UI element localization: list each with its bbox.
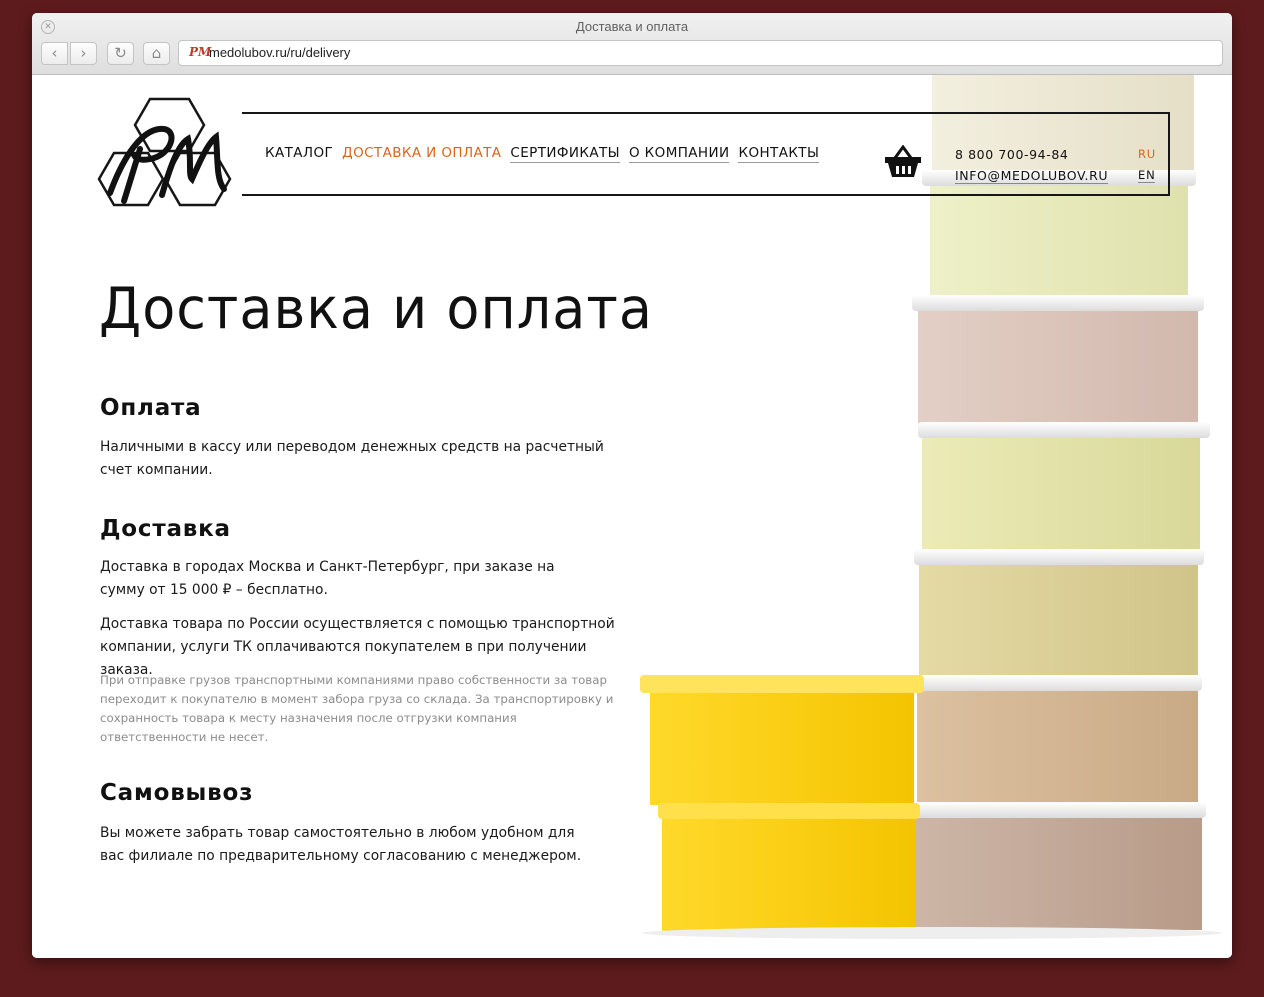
delivery-note: При отправке грузов транспортными компан…	[100, 673, 614, 744]
menu-item-contacts[interactable]: КОНТАКТЫ	[738, 145, 820, 163]
chevron-left-icon: ‹	[51, 44, 58, 62]
url-text[interactable]: medolubov.ru/ru/delivery	[209, 45, 350, 60]
product-tubs-image	[640, 75, 1222, 939]
phone-link[interactable]: 8 800 700-94-84	[955, 147, 1068, 162]
lang-en[interactable]: EN	[1138, 168, 1156, 183]
reload-icon: ↻	[114, 44, 127, 62]
payment-heading: Оплата	[100, 395, 202, 421]
browser-titlebar: ✕ Доставка и оплата ‹ › ↻ ⌂ РМ medolubov…	[32, 13, 1232, 75]
logo[interactable]	[92, 97, 242, 227]
pickup-heading: Самовывоз	[100, 780, 254, 806]
email-link[interactable]: INFO@MEDOLUBOV.RU	[955, 168, 1109, 184]
lang-ru[interactable]: RU	[1138, 147, 1156, 161]
browser-window: ✕ Доставка и оплата ‹ › ↻ ⌂ РМ medolubov…	[32, 13, 1232, 958]
menu-item-catalog[interactable]: КАТАЛОГ	[265, 145, 333, 163]
chevron-right-icon: ›	[80, 44, 87, 62]
forward-button[interactable]: ›	[70, 42, 97, 65]
menu-item-about[interactable]: О КОМПАНИИ	[628, 145, 730, 163]
delivery-heading: Доставка	[100, 516, 231, 542]
address-bar[interactable]: РМ medolubov.ru/ru/delivery	[178, 40, 1223, 66]
menu-item-delivery[interactable]: ДОСТАВКА И ОПЛАТА	[342, 145, 501, 163]
menu-item-certificates[interactable]: СЕРТИФИКАТЫ	[510, 145, 620, 163]
window-title: Доставка и оплата	[575, 19, 689, 34]
home-icon: ⌂	[151, 44, 162, 62]
delivery-text-1: Доставка в городах Москва и Санкт-Петерб…	[100, 559, 555, 598]
web-page: КАТАЛОГ ДОСТАВКА И ОПЛАТА СЕРТИФИКАТЫ О …	[32, 75, 1232, 958]
home-button[interactable]: ⌂	[143, 42, 170, 65]
shopping-basket-icon[interactable]	[884, 145, 922, 179]
back-button[interactable]: ‹	[41, 42, 68, 65]
pickup-text: Вы можете забрать товар самостоятельно в…	[100, 825, 582, 864]
page-title: Доставка и оплата	[99, 275, 653, 342]
site-favicon-icon: РМ	[189, 45, 212, 59]
main-menu: КАТАЛОГ ДОСТАВКА И ОПЛАТА СЕРТИФИКАТЫ О …	[265, 145, 820, 163]
payment-text: Наличными в кассу или переводом денежных…	[100, 439, 604, 478]
reload-button[interactable]: ↻	[107, 42, 134, 65]
